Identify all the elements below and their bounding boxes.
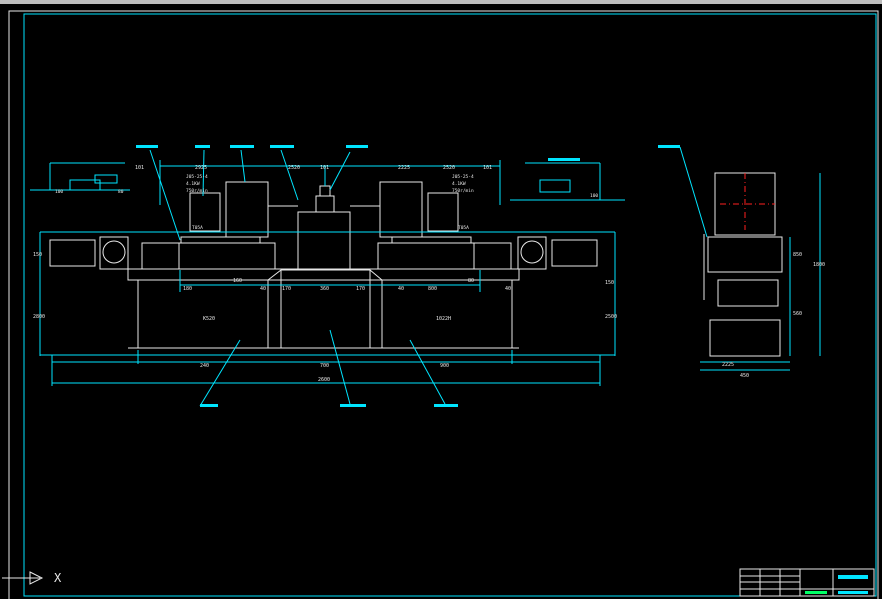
- spec-right-2: 4.1KW: [452, 181, 466, 187]
- side-slide-body: [707, 236, 783, 273]
- dim-top-6: 2520: [443, 165, 455, 171]
- dim-right-2: 2500: [605, 314, 617, 320]
- dim-mid-3: 40: [260, 286, 266, 292]
- callout-tag: [270, 145, 294, 148]
- cad-drawing-canvas[interactable]: 101 2925 2520 101 2225 2520 101 180 160 …: [0, 0, 882, 599]
- small-dim-2: 80: [118, 189, 124, 195]
- side-dim-total: 1800: [813, 262, 825, 268]
- dim-mid-10: 40: [505, 286, 511, 292]
- left-slide-table: [178, 242, 276, 270]
- callout-tag: [548, 158, 580, 161]
- left-motor-end: [49, 239, 96, 267]
- dim-mid-5: 360: [320, 286, 329, 292]
- title-block: [739, 568, 875, 597]
- sheet-inner-border: [23, 13, 877, 597]
- side-dim-bottom: 560: [793, 311, 802, 317]
- spec-left-2: 4.1KW: [186, 181, 200, 187]
- dim-left-1: 150: [33, 252, 42, 258]
- spec-right-3: 750r/min: [452, 188, 474, 194]
- right-slide-table: [377, 242, 475, 270]
- left-hydraulic-unit: [141, 242, 180, 270]
- spec-left-1: J05-25-4: [186, 174, 208, 180]
- spec-left-3: 750r/min: [186, 188, 208, 194]
- side-dim-width: 450: [740, 373, 749, 379]
- center-column: [297, 211, 351, 271]
- callout-tag: [230, 145, 254, 148]
- dim-top-3: 2520: [288, 165, 300, 171]
- dim-left-2: 2800: [33, 314, 45, 320]
- right-motor-end: [551, 239, 598, 267]
- left-base-cabinet: [137, 279, 269, 349]
- dim-mid-9: 80: [468, 278, 474, 284]
- callout-tag: [340, 404, 366, 407]
- front-view: 101 2925 2520 101 2225 2520 101 180 160 …: [30, 145, 680, 407]
- dim-right-1: 150: [605, 280, 614, 286]
- dim-bottom-3: 900: [440, 363, 449, 369]
- small-dim-3: 100: [590, 193, 598, 199]
- dim-mid-4: 170: [282, 286, 291, 292]
- dim-mid-2: 160: [233, 278, 242, 284]
- dim-top-7: 101: [483, 165, 492, 171]
- dim-top-4: 101: [320, 165, 329, 171]
- unit-label-left: K520: [203, 316, 215, 322]
- left-spindle-box: [225, 181, 269, 238]
- dim-mid-1: 180: [183, 286, 192, 292]
- dim-top-5: 2225: [398, 165, 410, 171]
- axis-x-label: X: [54, 571, 62, 585]
- dim-top-1: 101: [135, 165, 144, 171]
- spec-right-1: J05-25-4: [452, 174, 474, 180]
- side-dim-top: 850: [793, 252, 802, 258]
- right-spindle-box: [379, 181, 423, 238]
- small-dim-1: 100: [55, 189, 63, 195]
- unit-label-right: 1022H: [436, 316, 451, 322]
- right-motor-housing: [427, 192, 459, 232]
- callout-tag: [346, 145, 368, 148]
- bed-top-plate: [127, 268, 520, 281]
- dim-bottom-2: 700: [320, 363, 329, 369]
- center-base-cabinet: [280, 269, 371, 349]
- side-middle-block: [717, 279, 779, 307]
- dim-top-2: 2925: [195, 165, 207, 171]
- dim-mid-6: 170: [356, 286, 365, 292]
- callout-tag: [658, 145, 680, 148]
- side-base: [709, 319, 781, 357]
- center-fixture: [315, 195, 335, 213]
- side-dim-base: 2225: [722, 362, 734, 368]
- right-hydraulic-unit: [473, 242, 512, 270]
- callout-tag: [195, 145, 210, 148]
- motor-label-right: T05A: [458, 225, 469, 231]
- callout-tag: [136, 145, 158, 148]
- sheet-outer-border: [8, 10, 879, 599]
- callout-tag: [200, 404, 218, 407]
- motor-label-left: T05A: [192, 225, 203, 231]
- dim-mid-7: 40: [398, 286, 404, 292]
- dim-total: 2600: [318, 377, 330, 383]
- dim-bottom-1: 240: [200, 363, 209, 369]
- ucs-axis-icon: X: [2, 571, 62, 585]
- dim-mid-8: 800: [428, 286, 437, 292]
- callout-tag: [434, 404, 458, 407]
- side-view: 850 560 1800 2225 450: [679, 146, 825, 379]
- right-drive-motor: [517, 236, 547, 270]
- left-drive-motor: [99, 236, 129, 270]
